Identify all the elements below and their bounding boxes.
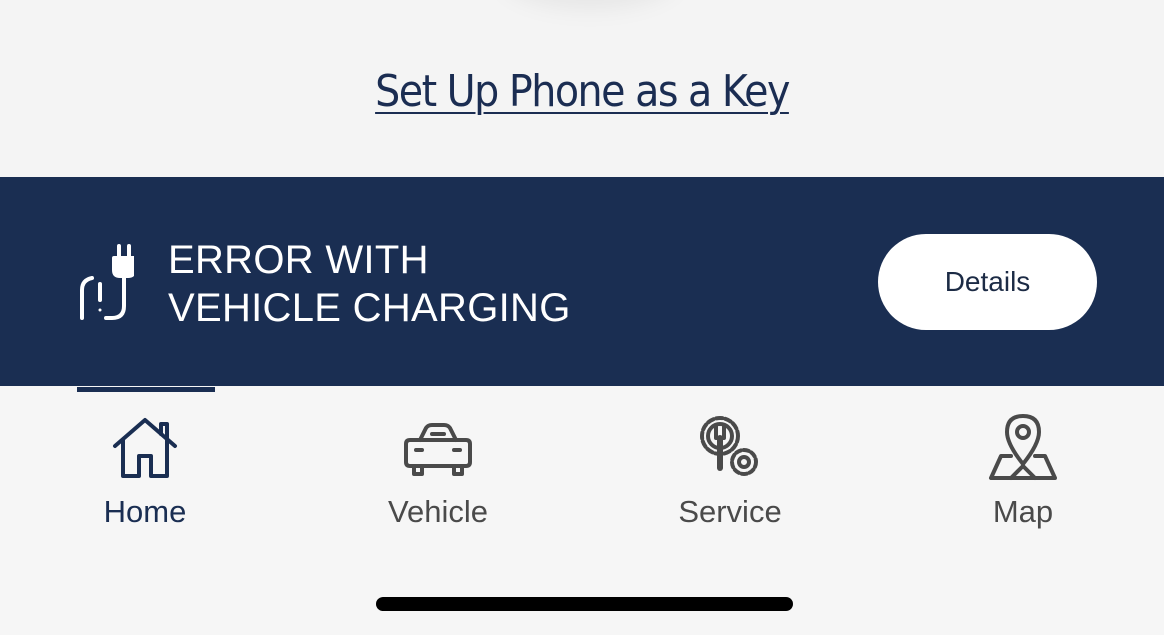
home-icon — [113, 418, 177, 478]
tab-home-label: Home — [103, 494, 187, 529]
charging-error-icon — [80, 244, 134, 320]
tab-map[interactable]: Map — [923, 400, 1123, 540]
set-up-phone-key-link[interactable]: Set Up Phone as a Key — [0, 66, 1164, 117]
map-pin-icon — [989, 414, 1057, 480]
active-tab-indicator — [77, 387, 215, 392]
car-icon — [404, 423, 472, 476]
phone-key-section: Set Up Phone as a Key — [0, 0, 1164, 177]
tab-home[interactable]: Home — [45, 400, 245, 540]
details-button[interactable]: Details — [878, 234, 1097, 330]
tab-map-label: Map — [992, 494, 1054, 529]
tab-vehicle-label: Vehicle — [388, 494, 488, 529]
tab-service-label: Service — [678, 494, 782, 529]
home-indicator-bar[interactable] — [376, 597, 793, 611]
alert-message: ERROR WITH VEHICLE CHARGING — [168, 236, 571, 332]
top-shadow — [500, 0, 680, 10]
service-icon — [700, 416, 758, 476]
alert-line-2: VEHICLE CHARGING — [168, 286, 571, 330]
tab-vehicle[interactable]: Vehicle — [338, 400, 538, 540]
tab-service[interactable]: Service — [630, 400, 830, 540]
app-screen: Set Up Phone as a Key ERROR WITH VEHICLE… — [0, 0, 1164, 635]
alert-line-1: ERROR WITH — [168, 238, 429, 282]
